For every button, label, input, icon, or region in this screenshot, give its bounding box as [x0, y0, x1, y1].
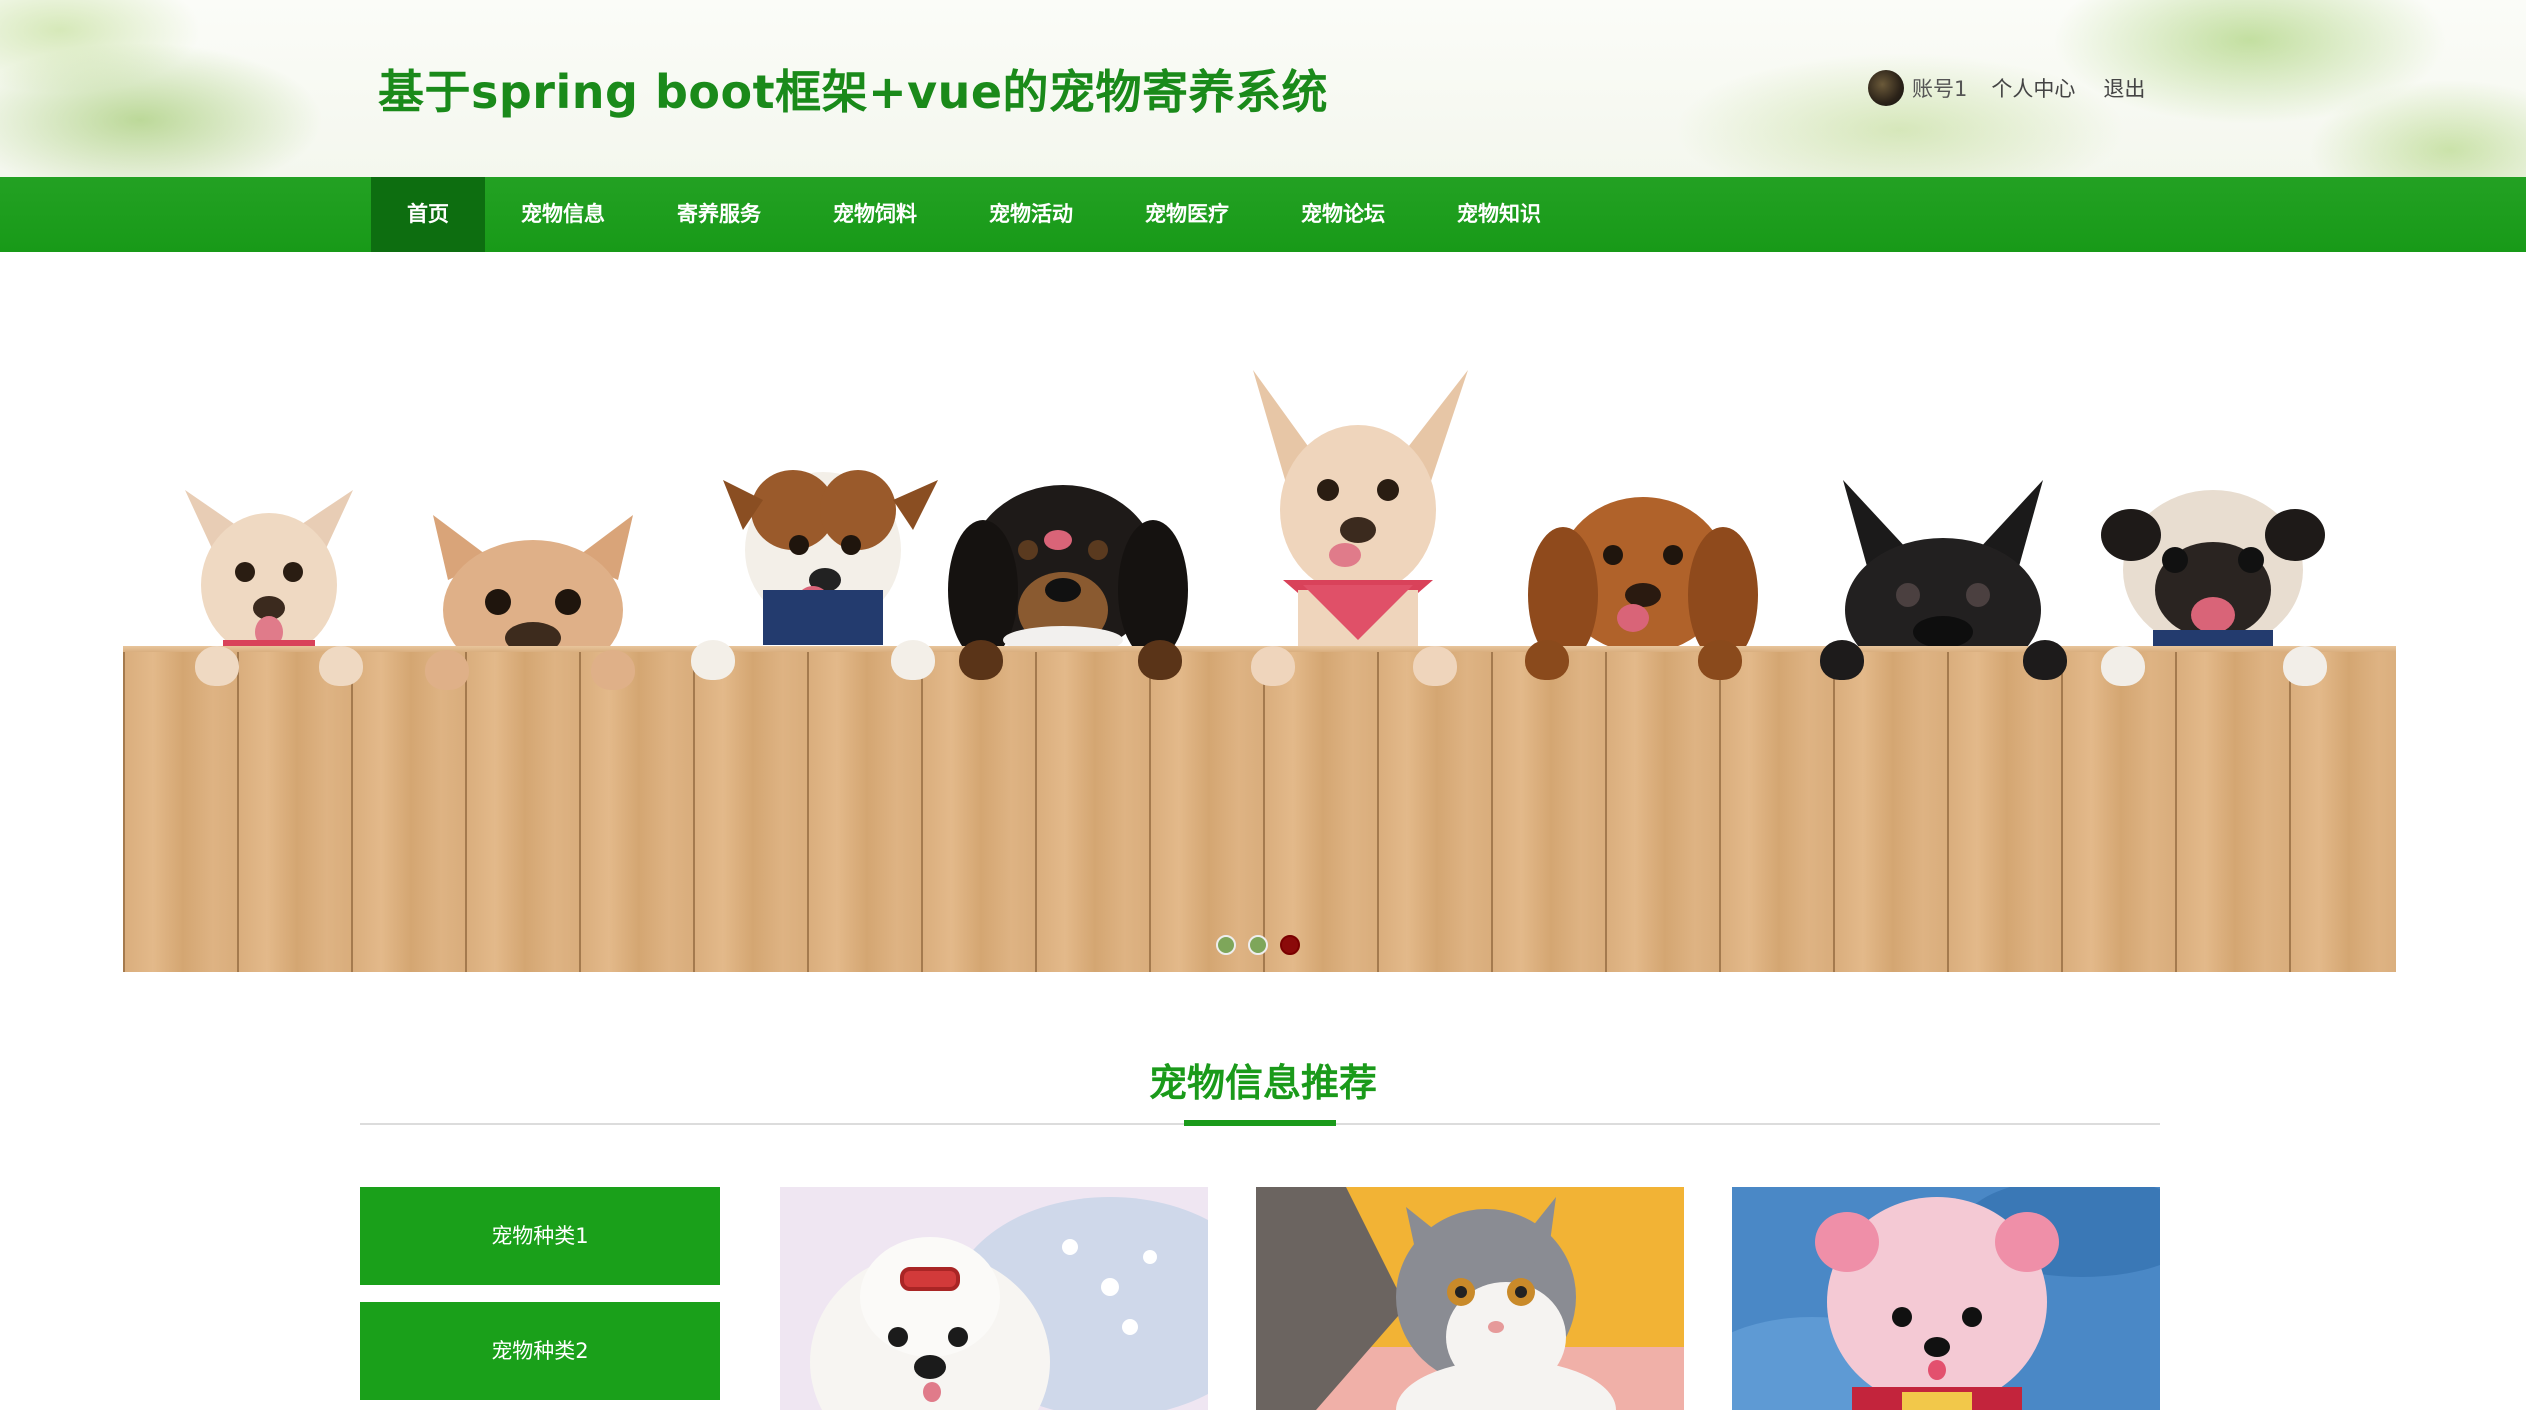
paw — [959, 640, 1003, 680]
dog-jack-russell — [723, 470, 938, 645]
nav-item-pet-food[interactable]: 宠物饲料 — [817, 177, 933, 252]
dog-chihuahua-tall — [1253, 370, 1468, 650]
paw — [2023, 640, 2067, 680]
paw — [2101, 646, 2145, 686]
carousel-dot-2[interactable] — [1248, 935, 1268, 955]
nav-item-boarding-service[interactable]: 寄养服务 — [661, 177, 777, 252]
nav-item-pet-medical[interactable]: 宠物医疗 — [1129, 177, 1245, 252]
account-name[interactable]: 账号1 — [1912, 73, 1967, 103]
section-title: 宠物信息推荐 — [1148, 1061, 1377, 1105]
paw — [1251, 646, 1295, 686]
paw — [1820, 640, 1864, 680]
dog-chihuahua — [185, 490, 353, 662]
paw — [1698, 640, 1742, 680]
paw — [1413, 646, 1457, 686]
nav-item-pet-activity[interactable]: 宠物活动 — [973, 177, 1089, 252]
profile-link[interactable]: 个人中心 — [1991, 73, 2075, 103]
user-area: 账号1 个人中心 退出 — [1868, 68, 2173, 108]
paw — [591, 650, 635, 690]
hero-carousel[interactable] — [123, 340, 2396, 972]
paw — [319, 646, 363, 686]
paw — [891, 640, 935, 680]
main-nav: 首页 宠物信息 寄养服务 宠物饲料 宠物活动 宠物医疗 宠物论坛 宠物知识 — [0, 177, 2526, 252]
pet-card-3[interactable] — [1732, 1187, 2160, 1410]
nav-item-pet-forum[interactable]: 宠物论坛 — [1285, 177, 1401, 252]
user-avatar[interactable] — [1868, 70, 1904, 106]
dog-dachshund-black — [948, 485, 1188, 660]
nav-item-pet-info[interactable]: 宠物信息 — [505, 177, 621, 252]
logout-link[interactable]: 退出 — [2103, 73, 2145, 103]
site-title: 基于spring boot框架+vue的宠物寄养系统 — [378, 65, 1329, 119]
paw — [1138, 640, 1182, 680]
pet-image-maltese — [780, 1187, 1208, 1410]
paw — [2283, 646, 2327, 686]
paw — [195, 646, 239, 686]
category-button-1[interactable]: 宠物种类1 — [360, 1187, 720, 1285]
pet-card-2[interactable] — [1256, 1187, 1684, 1410]
carousel-dot-1[interactable] — [1216, 935, 1236, 955]
pet-card-1[interactable] — [780, 1187, 1208, 1410]
section-title-underline — [1184, 1120, 1336, 1126]
category-button-2[interactable]: 宠物种类2 — [360, 1302, 720, 1400]
nav-item-home[interactable]: 首页 — [371, 177, 485, 252]
paw — [691, 640, 735, 680]
nav-item-pet-knowledge[interactable]: 宠物知识 — [1441, 177, 1557, 252]
dog-dachshund-brown — [1528, 497, 1758, 663]
carousel-indicators — [1216, 935, 1300, 955]
carousel-dot-3[interactable] — [1280, 935, 1300, 955]
paw — [425, 650, 469, 690]
paw — [1525, 640, 1569, 680]
wooden-fence — [123, 652, 2396, 972]
site-header: 基于spring boot框架+vue的宠物寄养系统 账号1 个人中心 退出 — [0, 0, 2526, 177]
dog-pug — [2101, 490, 2325, 655]
pet-image-pomeranian — [1732, 1187, 2160, 1410]
pet-image-kitten — [1256, 1187, 1684, 1410]
